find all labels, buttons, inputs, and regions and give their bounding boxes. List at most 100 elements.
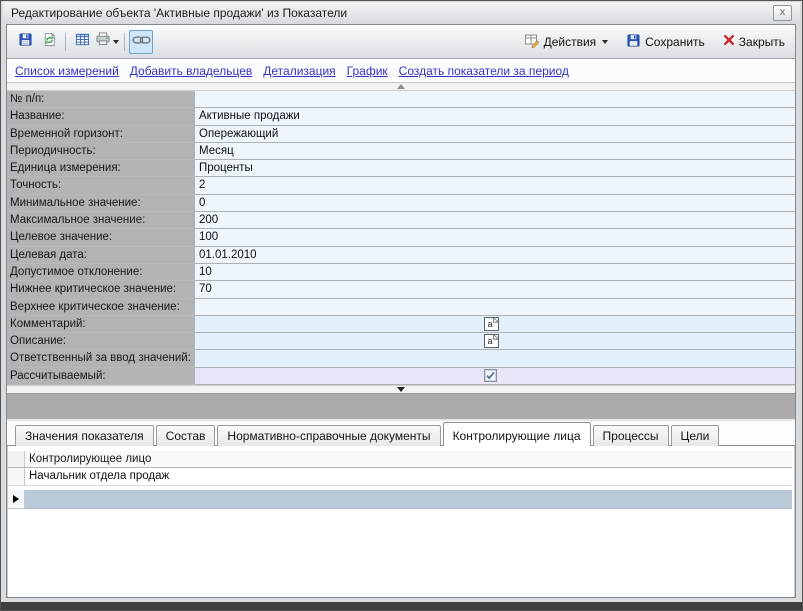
close-button[interactable]: Закрыть: [719, 32, 789, 51]
actions-icon: [524, 33, 540, 51]
linkbar-link-5[interactable]: Создать показатели за период: [399, 64, 569, 78]
field-label: Верхнее критическое значение:: [7, 299, 195, 316]
field-value-text: Проценты: [199, 160, 795, 176]
field-value-text: 2: [199, 177, 795, 193]
linkbar-link-3[interactable]: Детализация: [263, 64, 335, 78]
save-button[interactable]: Сохранить: [622, 31, 709, 53]
grid-body: Начальник отдела продаж: [8, 468, 792, 509]
toolbar: Действия Сохранить Закрыть: [7, 25, 795, 59]
field-value[interactable]: 100: [195, 229, 795, 246]
field-value[interactable]: 200: [195, 212, 795, 229]
field-value-text: Месяц: [199, 143, 795, 159]
field-value[interactable]: a: [195, 316, 795, 333]
field-value[interactable]: [195, 368, 795, 385]
field-value-text: Активные продажи: [199, 108, 795, 124]
tab-1[interactable]: Значения показателя: [15, 425, 154, 446]
link-tool-button[interactable]: [129, 30, 153, 54]
field-value[interactable]: [195, 91, 795, 108]
form-row: Точность:2: [7, 177, 795, 194]
field-value-text: 01.01.2010: [199, 247, 795, 263]
save-icon: [626, 33, 641, 51]
form-row: Целевая дата:01.01.2010: [7, 247, 795, 264]
linkbar-link-4[interactable]: График: [347, 64, 388, 78]
titlebar: Редактирование объекта 'Активные продажи…: [3, 2, 800, 24]
close-button-label: Закрыть: [739, 35, 785, 49]
dialog-content: Действия Сохранить Закрыть Список измере…: [6, 24, 796, 598]
property-grid: № п/п:Название:Активные продажиВременной…: [7, 91, 795, 385]
print-icon: [95, 32, 111, 51]
field-value[interactable]: [195, 299, 795, 316]
window-bottom-edge: [1, 602, 802, 610]
tab-3[interactable]: Нормативно-справочные документы: [217, 425, 440, 446]
refresh-icon: [42, 32, 57, 52]
field-value[interactable]: 10: [195, 264, 795, 281]
memo-editor-button[interactable]: a: [484, 334, 499, 348]
grid-row[interactable]: Начальник отдела продаж: [8, 468, 792, 486]
form-scroll-down[interactable]: [7, 385, 795, 394]
refresh-tool-button[interactable]: [37, 30, 61, 54]
tab-2[interactable]: Состав: [156, 425, 216, 446]
print-dropdown-caret-icon: [113, 40, 119, 44]
actions-button-label: Действия: [544, 35, 597, 49]
form-row: Название:Активные продажи: [7, 108, 795, 125]
tab-4[interactable]: Контролирующие лица: [443, 422, 591, 446]
form-row: Временной горизонт:Опережающий: [7, 126, 795, 143]
grid-header-row: Контролирующее лицо: [8, 451, 792, 468]
field-value-text: 0: [199, 195, 795, 211]
toolbar-separator: [124, 33, 125, 51]
field-value[interactable]: Активные продажи: [195, 108, 795, 125]
form-row: Максимальное значение:200: [7, 212, 795, 229]
window-close-button[interactable]: x: [773, 5, 792, 21]
field-value[interactable]: [195, 350, 795, 367]
field-value[interactable]: Опережающий: [195, 126, 795, 143]
row-gutter: [8, 468, 25, 486]
field-label: Комментарий:: [7, 316, 195, 333]
field-label: Нижнее критическое значение:: [7, 281, 195, 298]
form-row: Описание: a: [7, 333, 795, 350]
form-row: Ответственный за ввод значений:: [7, 350, 795, 367]
linkbar-link-1[interactable]: Список измерений: [15, 64, 119, 78]
grid-view-tool-button[interactable]: [70, 30, 94, 54]
svg-text:a: a: [487, 319, 492, 329]
form-row: Допустимое отклонение:10: [7, 264, 795, 281]
field-label: Временной горизонт:: [7, 126, 195, 143]
row-gutter: [8, 490, 25, 509]
field-value[interactable]: 0: [195, 195, 795, 212]
field-value[interactable]: 01.01.2010: [195, 247, 795, 264]
save-tool-button[interactable]: [13, 30, 37, 54]
tab-5[interactable]: Процессы: [593, 425, 669, 446]
close-x-icon: [723, 34, 735, 49]
actions-caret-icon: [602, 40, 608, 44]
close-icon: x: [780, 7, 786, 18]
field-label: Ответственный за ввод значений:: [7, 350, 195, 367]
actions-button[interactable]: Действия: [520, 31, 613, 53]
calculated-checkbox[interactable]: [484, 369, 497, 382]
field-label: Периодичность:: [7, 143, 195, 160]
link-icon: [132, 33, 151, 51]
scroll-up-icon: [397, 84, 405, 89]
memo-editor-button[interactable]: a: [484, 317, 499, 331]
field-value[interactable]: 70: [195, 281, 795, 298]
field-value[interactable]: 2: [195, 177, 795, 194]
field-value-text: Опережающий: [199, 126, 795, 142]
field-label: Максимальное значение:: [7, 212, 195, 229]
save-button-label: Сохранить: [645, 35, 705, 49]
form-scroll-up[interactable]: [7, 83, 795, 91]
grid-view-icon: [75, 32, 90, 52]
field-value[interactable]: a: [195, 333, 795, 350]
field-label: Описание:: [7, 333, 195, 350]
field-value-text: 70: [199, 281, 795, 297]
field-value[interactable]: Проценты: [195, 160, 795, 177]
field-value[interactable]: Месяц: [195, 143, 795, 160]
field-value-text: 100: [199, 229, 795, 245]
field-label: Единица измерения:: [7, 160, 195, 177]
form-row: Рассчитываемый:: [7, 368, 795, 385]
grid-column-header[interactable]: Контролирующее лицо: [25, 451, 792, 468]
tab-6[interactable]: Цели: [671, 425, 720, 446]
print-tool-button[interactable]: [94, 30, 120, 54]
linkbar-link-2[interactable]: Добавить владельцев: [130, 64, 252, 78]
grid-cell: Начальник отдела продаж: [25, 468, 792, 486]
toolbar-separator: [65, 33, 66, 51]
field-value-text: 10: [199, 264, 795, 280]
grid-row-selected[interactable]: [8, 490, 792, 509]
